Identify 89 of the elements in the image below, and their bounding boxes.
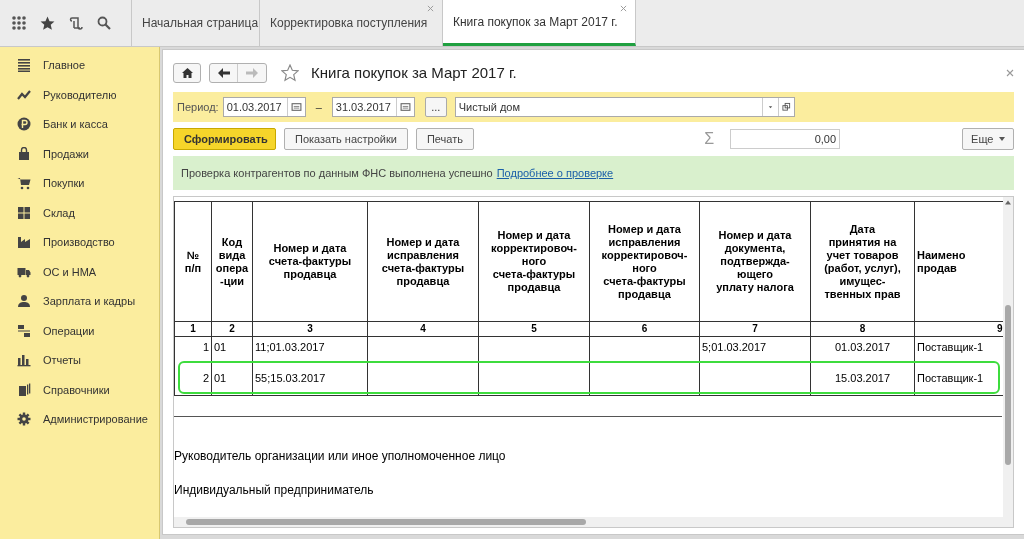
- table-cell: Поставщик-1: [914, 363, 1003, 396]
- vertical-scrollbar[interactable]: [1002, 197, 1013, 517]
- settings-icon: [17, 412, 31, 427]
- column-header: Номер и дата документа, подтвержда- ющего уплату налога: [699, 201, 811, 322]
- sidebar-item[interactable]: Производство: [43, 234, 115, 251]
- column-number: 2: [211, 321, 253, 337]
- table-cell: 2: [174, 363, 212, 396]
- notice-text: Проверка контрагентов по данным ФНС выполнена успешно: [181, 165, 493, 181]
- sidebar-item[interactable]: Операции: [43, 322, 95, 339]
- sidebar-item[interactable]: Зарплата и кадры: [43, 293, 136, 310]
- details-link[interactable]: Подробнее о проверке: [496, 164, 614, 182]
- sum-field: 0,00: [730, 129, 841, 149]
- table-cell: 55;15.03.2017: [252, 363, 368, 396]
- column-number: 4: [367, 321, 479, 337]
- column-number: 6: [589, 321, 700, 337]
- sidebar-item[interactable]: Главное: [43, 57, 86, 74]
- print-button[interactable]: Печать: [415, 128, 474, 150]
- column-header: Номер и дата корректировоч- ного счета-фактуры продавца: [478, 201, 590, 322]
- person-icon: [17, 294, 31, 309]
- period-label: Период:: [177, 99, 219, 115]
- history-icon[interactable]: [69, 16, 83, 30]
- column-number: 8: [810, 321, 915, 337]
- cart-icon: [17, 176, 31, 191]
- column-header: № п/п: [174, 201, 212, 322]
- date-from-field[interactable]: 01.03.2017: [222, 97, 306, 117]
- table-cell: 5;01.03.2017: [699, 336, 811, 364]
- table-cell: 11;01.03.2017: [252, 336, 368, 364]
- sidebar-item[interactable]: Склад: [43, 204, 75, 221]
- table-cell: 1: [174, 336, 212, 364]
- generate-button[interactable]: Сформировать: [173, 128, 276, 150]
- table-cell: 15.03.2017: [810, 363, 915, 396]
- tab[interactable]: Книга покупок за Март 2017 г.: [443, 0, 636, 46]
- table-cell: 01: [211, 363, 253, 396]
- table-cell: 01: [211, 336, 253, 364]
- home-icon: [181, 68, 193, 78]
- factory-icon: [17, 235, 31, 250]
- apps-grid-icon[interactable]: [12, 16, 26, 30]
- home-button[interactable]: [173, 63, 201, 83]
- sidebar-item[interactable]: Отчеты: [43, 352, 82, 369]
- period-choice-button[interactable]: ...: [424, 97, 447, 117]
- date-to-field[interactable]: 31.03.2017: [331, 97, 415, 117]
- calendar-icon[interactable]: [395, 98, 414, 116]
- bag-icon: [17, 146, 31, 161]
- star-icon[interactable]: [40, 15, 55, 31]
- sidebar-item[interactable]: Руководителю: [43, 86, 117, 103]
- left-arrow-icon: [217, 68, 230, 78]
- column-header: Код вида опера -ции: [211, 201, 253, 322]
- grid-icon: [17, 205, 31, 220]
- signature-line-text: Руководитель организации или иное уполномоченное лицо: [174, 447, 507, 465]
- sidebar-item[interactable]: Продажи: [43, 145, 89, 162]
- column-header: Номер и дата исправления корректировоч- ного счета-фактуры продавца: [589, 201, 700, 322]
- sidebar-item[interactable]: Справочники: [43, 381, 110, 398]
- favorite-star-icon[interactable]: [281, 64, 299, 82]
- search-icon[interactable]: [97, 16, 111, 30]
- column-number: 9: [914, 321, 1003, 337]
- bar-chart-icon: [17, 353, 31, 368]
- copy-icon: [17, 382, 31, 397]
- close-icon[interactable]: [1005, 69, 1014, 77]
- close-icon[interactable]: [620, 5, 627, 12]
- close-icon[interactable]: [427, 5, 434, 12]
- organization-field[interactable]: Чистый дом: [454, 97, 795, 117]
- scroll-up-icon[interactable]: [1004, 200, 1011, 205]
- column-header: Номер и дата счета-фактуры продавца: [252, 201, 368, 322]
- more-button[interactable]: Еще: [962, 128, 1014, 150]
- sum-icon: Σ: [704, 127, 715, 151]
- column-number: 1: [174, 321, 212, 337]
- ledger-icon: [17, 323, 31, 338]
- column-number: 7: [699, 321, 811, 337]
- sidebar-item[interactable]: Банк и касса: [43, 116, 108, 133]
- column-header: Наимено продав: [914, 201, 1003, 322]
- sidebar-item[interactable]: Покупки: [43, 175, 85, 192]
- horizontal-scrollbar[interactable]: [174, 517, 1013, 527]
- column-number: 5: [478, 321, 590, 337]
- sidebar-item[interactable]: ОС и НМА: [43, 263, 97, 280]
- table-cell: Поставщик-1: [914, 336, 1003, 364]
- caret-icon: [998, 137, 1005, 141]
- list-icon: [17, 58, 31, 73]
- table-cell: 01.03.2017: [810, 336, 915, 364]
- settings-button[interactable]: Показать настройки: [284, 128, 408, 150]
- ruble-coin-icon: [17, 117, 31, 132]
- column-header: Номер и дата исправления счета-фактуры продавца: [367, 201, 479, 322]
- signature-line-text: Индивидуальный предприниматель: [174, 481, 375, 499]
- document-title: Книга покупок за Март 2017 г.: [311, 62, 517, 83]
- dash: –: [314, 99, 323, 115]
- sidebar-item[interactable]: Администрирование: [43, 411, 148, 428]
- column-header: Дата принятия на учет товаров (работ, услуг), имущес- твенных прав: [810, 201, 915, 322]
- right-arrow-icon: [246, 68, 258, 78]
- calendar-icon[interactable]: [286, 98, 305, 116]
- column-number: 3: [252, 321, 368, 337]
